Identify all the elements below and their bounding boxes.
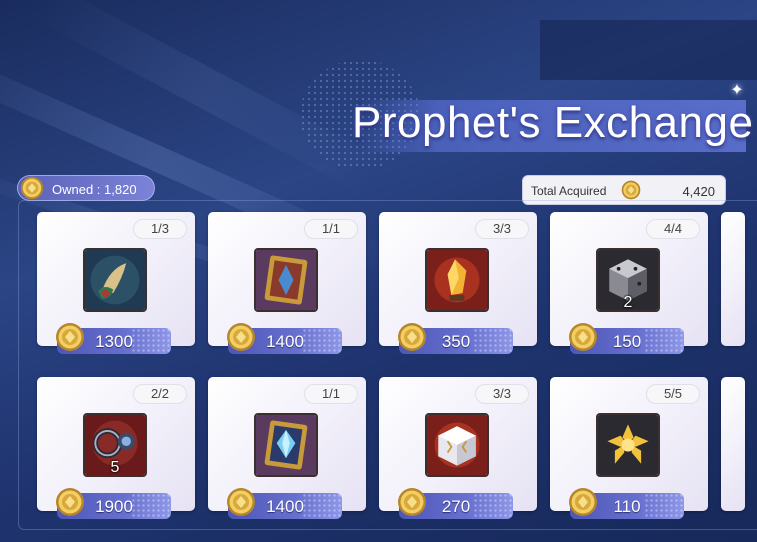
shop-item-card[interactable]: 1/1 1400 <box>208 212 366 354</box>
crystal-shard-icon <box>425 248 489 312</box>
total-acquired-label: Total Acquired <box>531 184 607 198</box>
gold-coin-icon <box>397 322 427 352</box>
ornate-card-icon <box>254 248 318 312</box>
purchase-limit-counter: 3/3 <box>475 219 529 239</box>
pouch-feather-icon <box>83 248 147 312</box>
total-acquired-value: 4,420 <box>682 184 715 199</box>
item-quantity: 2 <box>623 294 633 311</box>
purchase-limit-counter: 1/1 <box>304 384 358 404</box>
gold-coin-icon <box>226 487 256 517</box>
ring-pendant-icon: 5 <box>83 413 147 477</box>
background-panel <box>540 20 757 80</box>
purchase-limit-counter: 1/3 <box>133 219 187 239</box>
page-title: Prophet's Exchange <box>352 98 754 147</box>
gold-coin-icon <box>397 487 427 517</box>
gold-coin-icon <box>621 180 641 200</box>
shop-item-card[interactable]: 3/3 350 <box>379 212 537 354</box>
shop-item-card[interactable]: 1/3 1300 <box>37 212 195 354</box>
silver-cube-icon: 2 <box>596 248 660 312</box>
shop-item-card[interactable]: 5/5 110 <box>550 377 708 519</box>
purchase-limit-counter: 5/5 <box>646 384 700 404</box>
gold-coin-icon <box>568 322 598 352</box>
purchase-limit-counter: 1/1 <box>304 219 358 239</box>
shop-item-card[interactable]: 3/3 270 <box>379 377 537 519</box>
owned-amount: Owned : 1,820 <box>52 182 137 197</box>
shop-item-card-partial[interactable] <box>721 212 745 346</box>
shop-item-card-partial[interactable] <box>721 377 745 511</box>
purchase-limit-counter: 3/3 <box>475 384 529 404</box>
gold-flower-icon <box>596 413 660 477</box>
purchase-limit-counter: 2/2 <box>133 384 187 404</box>
blue-gem-card-icon <box>254 413 318 477</box>
gold-coin-icon <box>20 176 44 200</box>
shop-item-card[interactable]: 1/1 1400 <box>208 377 366 519</box>
sparkle-icon: ✦ <box>730 82 744 99</box>
gold-coin-icon <box>568 487 598 517</box>
gold-coin-icon <box>226 322 256 352</box>
item-quantity: 5 <box>110 459 120 476</box>
purchase-limit-counter: 4/4 <box>646 219 700 239</box>
gold-coin-icon <box>55 487 85 517</box>
shop-item-card[interactable]: 4/4 2 150 <box>550 212 708 354</box>
gold-coin-icon <box>55 322 85 352</box>
white-chest-icon <box>425 413 489 477</box>
owned-currency-badge: Owned : 1,820 <box>17 175 155 201</box>
shop-item-card[interactable]: 2/2 5 1900 <box>37 377 195 519</box>
